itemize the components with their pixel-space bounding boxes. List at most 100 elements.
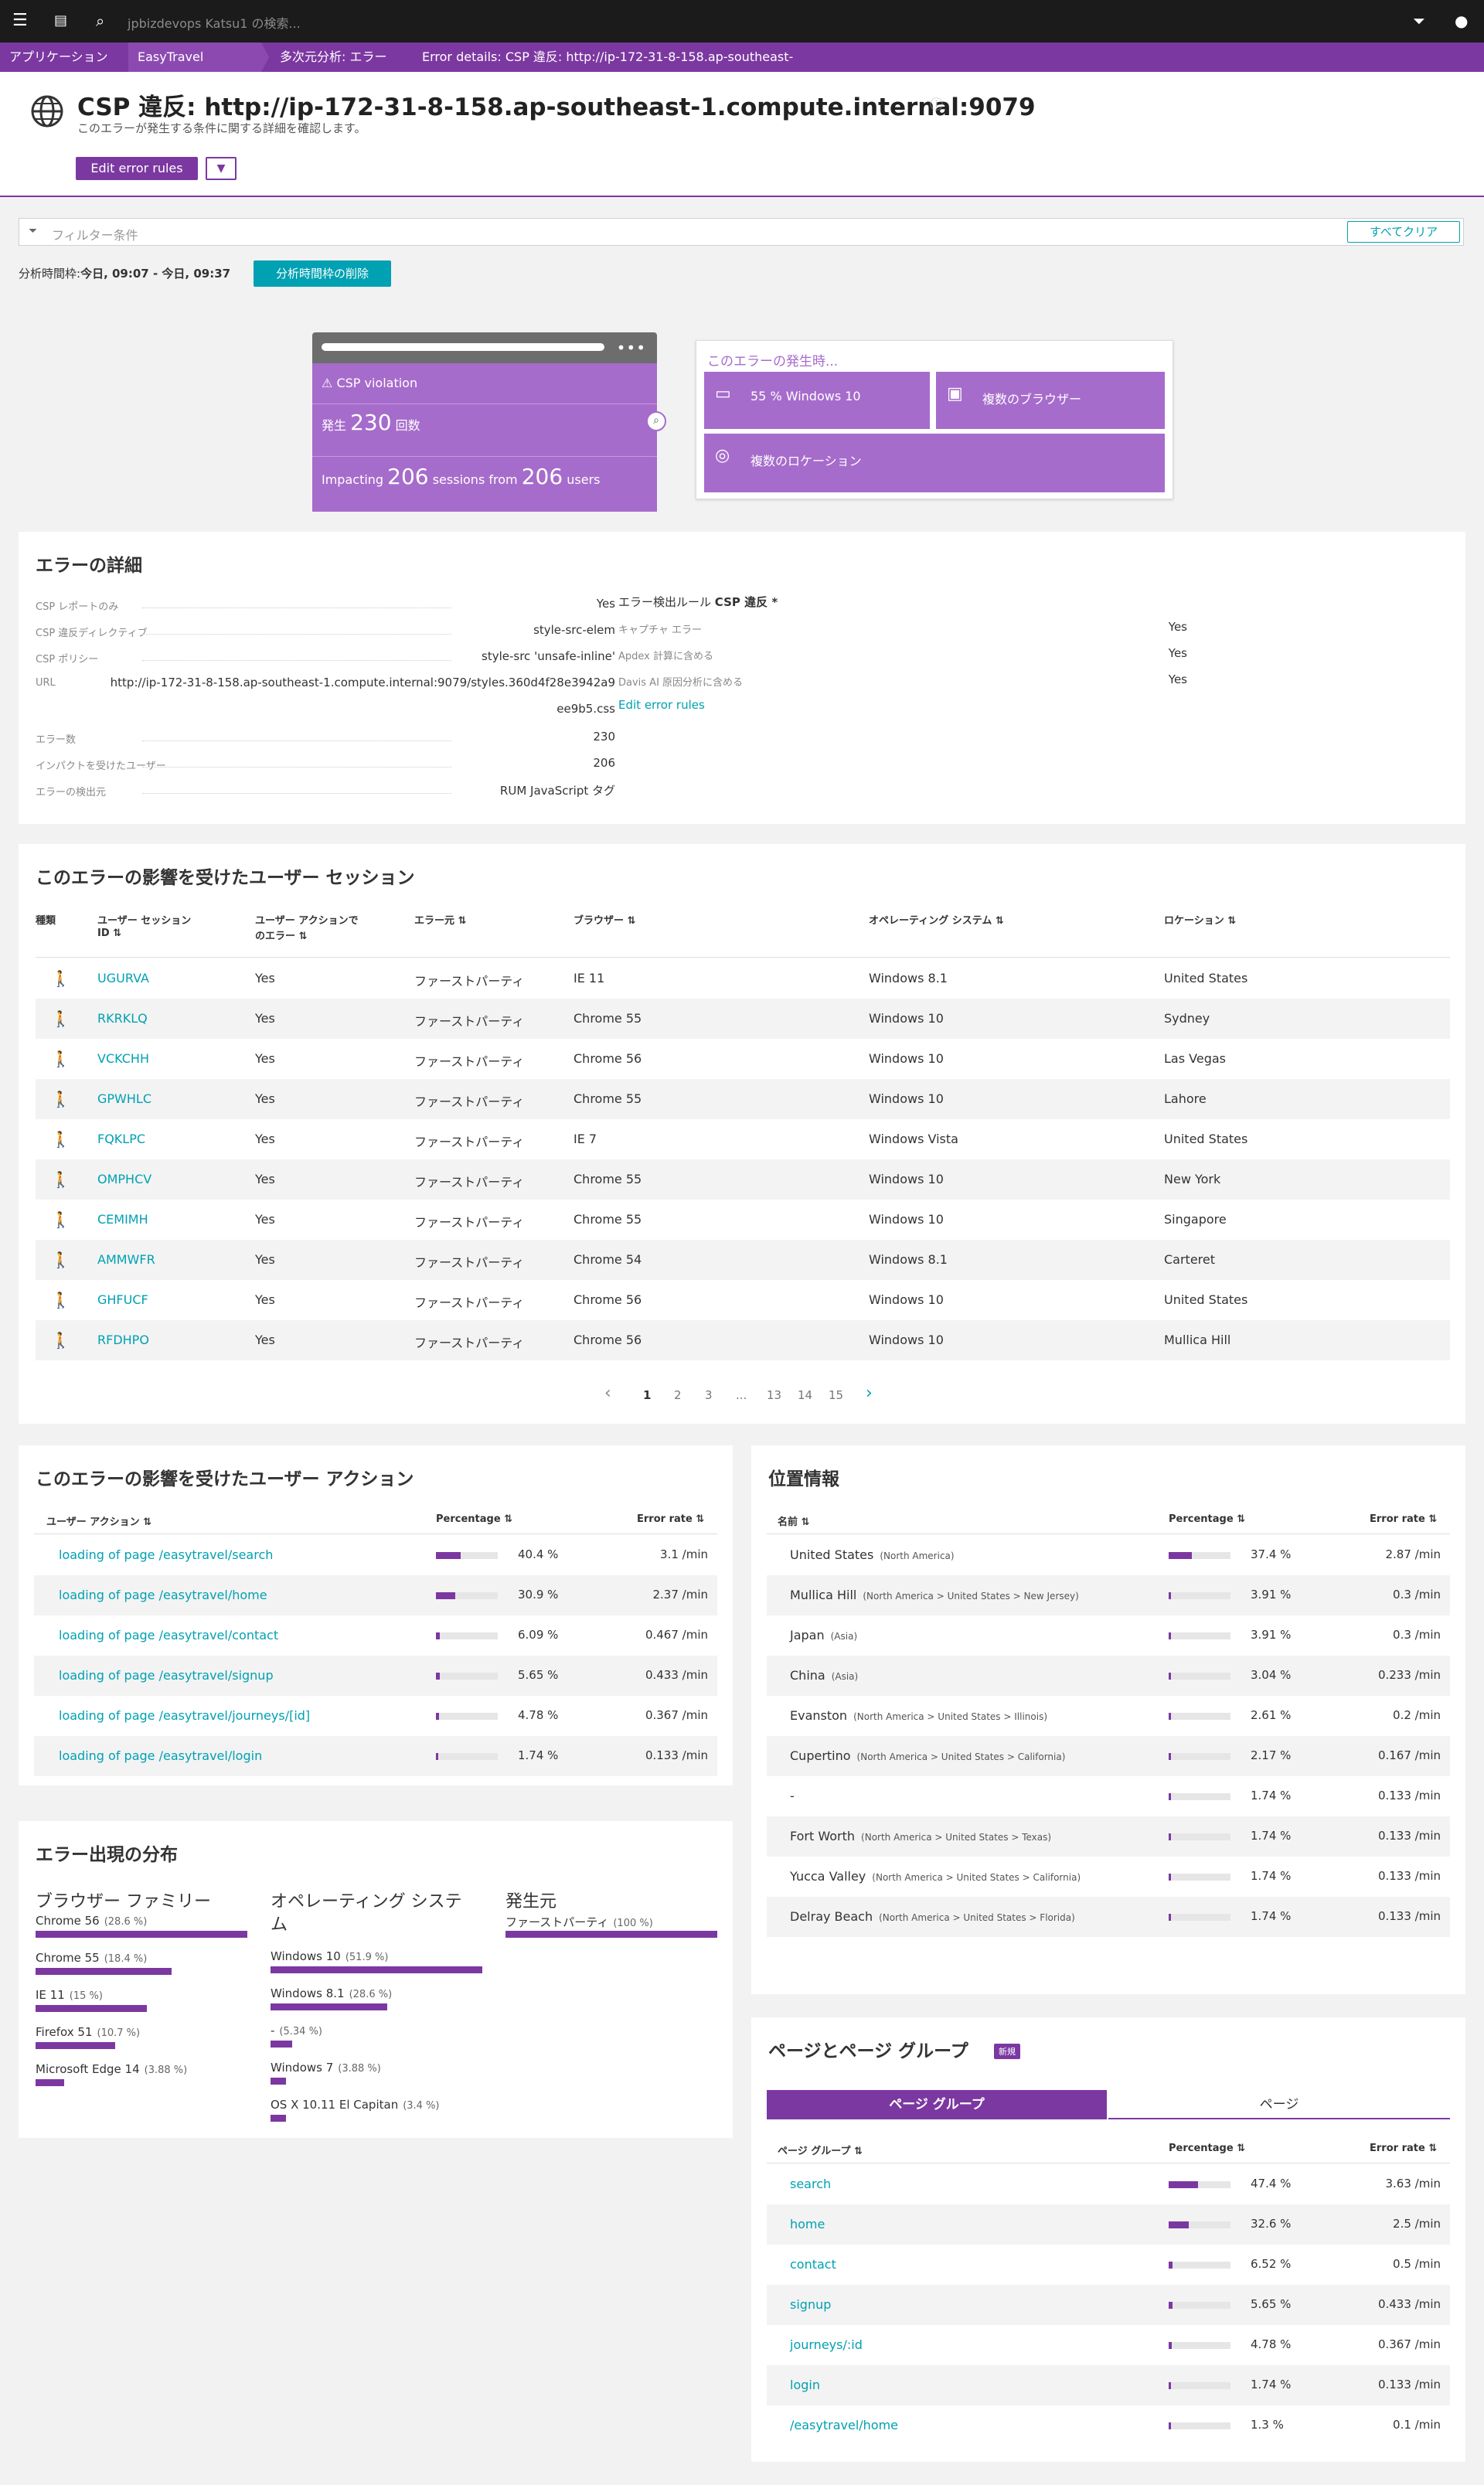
edit-error-rules-button[interactable]: Edit error rules	[76, 157, 198, 180]
table-row[interactable]: Mullica Hill (North America > United Stat…	[767, 1575, 1450, 1615]
table-row[interactable]: loading of page /easytravel/signup 5.65 %…	[34, 1656, 717, 1696]
chevron-right-icon[interactable]: ›	[866, 1384, 873, 1403]
table-row[interactable]: Japan (Asia) 3.91 % 0.3 /min	[767, 1615, 1450, 1656]
page-number[interactable]: 14	[798, 1388, 812, 1402]
table-row[interactable]: 🚶 CEMIMH Yes ファーストパーティ Chrome 55 Windows 10 Si…	[36, 1200, 1450, 1240]
table-row[interactable]: 🚶 FQKLPC Yes ファーストパーティ IE 7 Windows Vista Unit…	[36, 1119, 1450, 1159]
page-number[interactable]: 1	[643, 1388, 651, 1402]
session-id-link[interactable]: GHFUCF	[97, 1292, 148, 1307]
column-header[interactable]: ロケーション ⇅	[1164, 912, 1236, 927]
table-row[interactable]: United States (North America) 37.4 % 2.87 /…	[767, 1535, 1450, 1575]
column-header[interactable]: ID ⇅	[97, 928, 121, 939]
session-id-link[interactable]: FQKLPC	[97, 1132, 145, 1146]
breadcrumb-item[interactable]: アプリケーション	[0, 43, 127, 72]
column-header[interactable]: Percentage ⇅	[1169, 1513, 1245, 1525]
row-name[interactable]: loading of page /easytravel/search	[59, 1547, 273, 1562]
distribution-item[interactable]: - (5.34 %)	[271, 2024, 322, 2037]
table-row[interactable]: loading of page /easytravel/home 30.9 % 2.…	[34, 1575, 717, 1615]
column-header[interactable]: Error rate ⇅	[1370, 1513, 1437, 1525]
session-id-link[interactable]: CEMIMH	[97, 1212, 148, 1227]
clear-all-button[interactable]: すべてクリア	[1347, 221, 1460, 243]
tab-pages[interactable]: ページ	[1108, 2090, 1450, 2119]
distribution-item[interactable]: OS X 10.11 El Capitan (3.4 %)	[271, 2098, 440, 2112]
table-row[interactable]: 🚶 AMMWFR Yes ファーストパーティ Chrome 54 Windows 8.1 C…	[36, 1240, 1450, 1280]
column-header[interactable]: ブラウザー ⇅	[574, 912, 635, 927]
distribution-item[interactable]: Microsoft Edge 14 (3.88 %)	[36, 2062, 187, 2076]
row-name[interactable]: journeys/:id	[790, 2337, 863, 2352]
table-row[interactable]: 🚶 OMPHCV Yes ファーストパーティ Chrome 55 Windows 10 Ne…	[36, 1159, 1450, 1200]
session-id-link[interactable]: GPWHLC	[97, 1091, 151, 1106]
chevron-down-icon[interactable]: ▼	[206, 157, 237, 180]
distribution-item[interactable]: Chrome 56 (28.6 %)	[36, 1914, 147, 1928]
table-row[interactable]: - 1.74 % 0.133 /min	[767, 1776, 1450, 1816]
table-row[interactable]: 🚶 GPWHLC Yes ファーストパーティ Chrome 55 Windows 10 La…	[36, 1079, 1450, 1119]
locations-tile[interactable]: ◎ 複数のロケーション	[704, 434, 1165, 492]
filter-icon[interactable]: ⏷	[1413, 12, 1425, 29]
table-row[interactable]: search 47.4 % 3.63 /min	[767, 2164, 1450, 2204]
breadcrumb-item[interactable]: EasyTravel Angular	[128, 43, 269, 72]
menu-icon[interactable]: ☰	[12, 12, 28, 29]
chevron-left-icon[interactable]: ‹	[604, 1384, 611, 1403]
column-header[interactable]: のエラー ⇅	[255, 928, 307, 942]
table-row[interactable]: 🚶 GHFUCF Yes ファーストパーティ Chrome 56 Windows 10 Un…	[36, 1280, 1450, 1320]
page-number[interactable]: ...	[736, 1388, 747, 1402]
distribution-item[interactable]: Windows 7 (3.88 %)	[271, 2061, 381, 2075]
row-name[interactable]: /easytravel/home	[790, 2418, 898, 2432]
table-row[interactable]: loading of page /easytravel/journeys/[id…	[34, 1696, 717, 1736]
session-id-link[interactable]: VCKCHH	[97, 1051, 149, 1066]
column-header[interactable]: Error rate ⇅	[637, 1513, 704, 1525]
remove-timeframe-button[interactable]: 分析時間枠の削除	[254, 260, 391, 287]
table-row[interactable]: loading of page /easytravel/search 40.4 %…	[34, 1535, 717, 1575]
column-header[interactable]: 種類	[36, 912, 56, 927]
table-row[interactable]: contact 6.52 % 0.5 /min	[767, 2245, 1450, 2285]
table-row[interactable]: journeys/:id 4.78 % 0.367 /min	[767, 2325, 1450, 2365]
search-input[interactable]: jpbizdevops Katsu1 の検索...	[128, 13, 301, 32]
session-id-link[interactable]: AMMWFR	[97, 1252, 155, 1267]
row-name[interactable]: contact	[790, 2257, 836, 2272]
table-row[interactable]: Cupertino (North America > United States …	[767, 1736, 1450, 1776]
session-id-link[interactable]: UGURVA	[97, 971, 149, 985]
table-row[interactable]: 🚶 RFDHPO Yes ファーストパーティ Chrome 56 Windows 10 Mu…	[36, 1320, 1450, 1360]
row-name[interactable]: signup	[790, 2297, 831, 2312]
table-row[interactable]: signup 5.65 % 0.433 /min	[767, 2285, 1450, 2325]
column-header[interactable]: 名前 ⇅	[778, 1513, 809, 1528]
column-header[interactable]: Error rate ⇅	[1370, 2143, 1437, 2154]
table-row[interactable]: loading of page /easytravel/login 1.74 % 0…	[34, 1736, 717, 1776]
table-row[interactable]: 🚶 UGURVA Yes ファーストパーティ IE 11 Windows 8.1 Unite…	[36, 958, 1450, 999]
row-name[interactable]: loading of page /easytravel/journeys/[id…	[59, 1708, 310, 1723]
table-row[interactable]: 🚶 VCKCHH Yes ファーストパーティ Chrome 56 Windows 10 La…	[36, 1039, 1450, 1079]
table-row[interactable]: 🚶 RKRKLQ Yes ファーストパーティ Chrome 55 Windows 10 Sy…	[36, 999, 1450, 1039]
info-icon[interactable]: ⓘ	[930, 94, 943, 113]
session-id-link[interactable]: OMPHCV	[97, 1172, 151, 1186]
search-icon[interactable]: ⌕	[96, 12, 104, 29]
column-header[interactable]: ユーザー アクション ⇅	[46, 1513, 151, 1528]
dashboard-icon[interactable]: ▤	[54, 12, 67, 29]
page-number[interactable]: 13	[767, 1388, 781, 1402]
column-header[interactable]: Percentage ⇅	[1169, 2143, 1245, 2154]
row-name[interactable]: loading of page /easytravel/contact	[59, 1628, 278, 1642]
column-header[interactable]: オペレーティング システム ⇅	[869, 912, 1004, 927]
row-name[interactable]: search	[790, 2177, 831, 2191]
table-row[interactable]: /easytravel/home 1.3 % 0.1 /min	[767, 2405, 1450, 2446]
distribution-item[interactable]: Chrome 55 (18.4 %)	[36, 1951, 147, 1965]
column-header[interactable]: ユーザー アクションで	[255, 912, 359, 927]
filter-bar[interactable]: ⏷ フィルター条件 すべてクリア	[19, 218, 1464, 246]
row-name[interactable]: loading of page /easytravel/login	[59, 1748, 262, 1763]
table-row[interactable]: Yucca Valley (North America > United Stat…	[767, 1857, 1450, 1897]
distribution-item[interactable]: IE 11 (15 %)	[36, 1988, 103, 2002]
page-number[interactable]: 2	[674, 1388, 682, 1402]
page-number[interactable]: 3	[705, 1388, 713, 1402]
session-id-link[interactable]: RFDHPO	[97, 1333, 149, 1347]
table-row[interactable]: Fort Worth (North America > United States…	[767, 1816, 1450, 1857]
row-name[interactable]: loading of page /easytravel/home	[59, 1588, 267, 1602]
browsers-tile[interactable]: ▣ 複数のブラウザー	[936, 372, 1165, 429]
table-row[interactable]: China (Asia) 3.04 % 0.233 /min	[767, 1656, 1450, 1696]
os-tile[interactable]: ▭ 55 % Windows 10	[704, 372, 930, 429]
column-header[interactable]: エラー元 ⇅	[414, 912, 466, 927]
table-row[interactable]: login 1.74 % 0.133 /min	[767, 2365, 1450, 2405]
row-name[interactable]: login	[790, 2378, 820, 2392]
column-header[interactable]: ユーザー セッション	[97, 912, 191, 927]
table-row[interactable]: Evanston (North America > United States >…	[767, 1696, 1450, 1736]
table-row[interactable]: loading of page /easytravel/contact 6.09 …	[34, 1615, 717, 1656]
distribution-item[interactable]: Firefox 51 (10.7 %)	[36, 2025, 140, 2039]
